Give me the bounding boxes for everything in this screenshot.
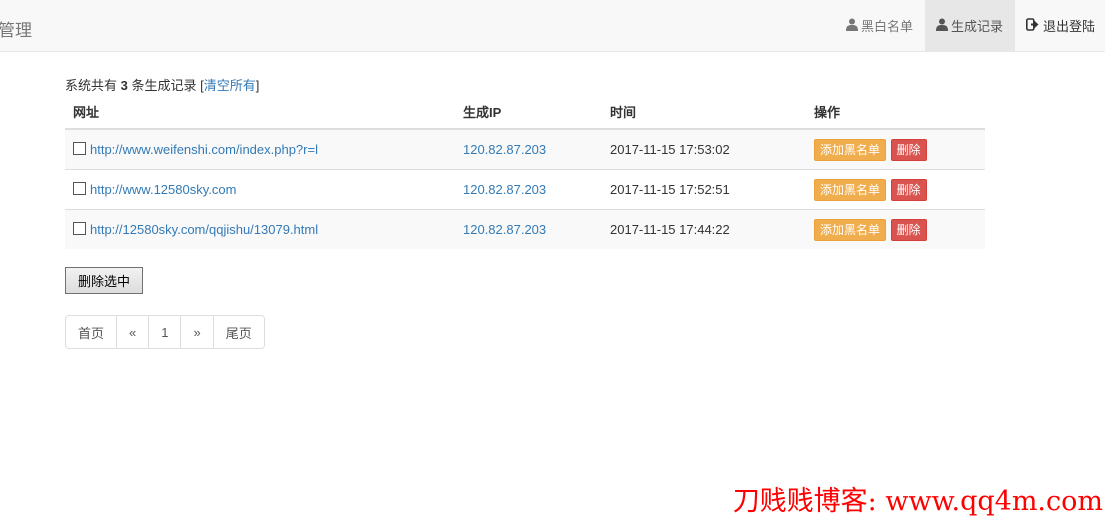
nav-item-logout[interactable]: 退出登陆: [1015, 0, 1105, 51]
ip-cell: 120.82.87.203: [455, 128, 602, 170]
top-navbar: 管理 黑白名单 生成记录 退出登陆: [0, 0, 1105, 52]
summary-suffix: 条生成记录: [131, 78, 197, 93]
column-header-actions: 操作: [806, 95, 985, 130]
table-row: http://www.weifenshi.com/index.php?r=l 1…: [65, 128, 985, 170]
nav-item-label: 退出登陆: [1042, 19, 1095, 34]
url-link[interactable]: http://www.weifenshi.com/index.php?r=l: [90, 142, 318, 157]
ip-link[interactable]: 120.82.87.203: [463, 142, 546, 157]
actions-cell: 添加黑名单 删除: [806, 128, 985, 170]
delete-selected-button[interactable]: 删除选中: [65, 267, 143, 294]
row-checkbox[interactable]: [73, 182, 86, 195]
page-number[interactable]: 1: [148, 316, 181, 348]
bracket-close: ]: [255, 78, 260, 93]
delete-button[interactable]: 删除: [890, 178, 927, 201]
url-cell: http://www.weifenshi.com/index.php?r=l: [65, 128, 455, 170]
pagination: 首页 « 1 » 尾页: [65, 315, 265, 349]
url-link[interactable]: http://www.12580sky.com: [90, 182, 236, 197]
url-cell: http://www.12580sky.com: [65, 169, 455, 210]
column-header-time: 时间: [602, 95, 806, 130]
row-checkbox[interactable]: [73, 222, 86, 235]
table-row: http://12580sky.com/qqjishu/13079.html 1…: [65, 209, 985, 249]
nav-item-label: 黑白名单: [860, 19, 913, 34]
add-blacklist-button[interactable]: 添加黑名单: [814, 178, 887, 201]
logout-icon: [1025, 17, 1040, 34]
add-blacklist-button[interactable]: 添加黑名单: [814, 138, 887, 161]
table-row: http://www.12580sky.com 120.82.87.203 20…: [65, 169, 985, 210]
add-blacklist-button[interactable]: 添加黑名单: [814, 218, 887, 241]
user-icon: [845, 18, 858, 34]
page-first[interactable]: 首页: [66, 316, 117, 348]
table-header-row: 网址 生成IP 时间 操作: [65, 95, 985, 130]
ip-cell: 120.82.87.203: [455, 209, 602, 249]
user-icon: [935, 18, 948, 34]
time-cell: 2017-11-15 17:44:22: [602, 209, 806, 249]
url-link[interactable]: http://12580sky.com/qqjishu/13079.html: [90, 222, 318, 237]
row-checkbox[interactable]: [73, 142, 86, 155]
page-next[interactable]: »: [180, 316, 213, 348]
ip-link[interactable]: 120.82.87.203: [463, 222, 546, 237]
nav-item-records[interactable]: 生成记录: [924, 0, 1015, 51]
page-prev[interactable]: «: [116, 316, 149, 348]
record-count: 3: [120, 78, 128, 93]
nav-item-blacklist[interactable]: 黑白名单: [835, 0, 925, 51]
nav-item-label: 生成记录: [950, 19, 1003, 34]
nav-menu: 黑白名单 生成记录 退出登陆: [835, 0, 1105, 51]
column-header-ip: 生成IP: [455, 95, 602, 130]
column-header-url: 网址: [65, 95, 455, 130]
page-last[interactable]: 尾页: [212, 316, 264, 348]
summary-prefix: 系统共有: [65, 78, 118, 93]
actions-cell: 添加黑名单 删除: [806, 169, 985, 210]
time-cell: 2017-11-15 17:52:51: [602, 169, 806, 210]
delete-button[interactable]: 删除: [890, 218, 927, 241]
actions-cell: 添加黑名单 删除: [806, 209, 985, 249]
records-summary: 系统共有 3 条生成记录 [清空所有]: [65, 75, 259, 94]
ip-cell: 120.82.87.203: [455, 169, 602, 210]
ip-link[interactable]: 120.82.87.203: [463, 182, 546, 197]
delete-button[interactable]: 删除: [890, 138, 927, 161]
brand-title: 管理: [0, 21, 32, 40]
watermark-text: 刀贱贱博客: www.qq4m.com: [732, 486, 1103, 517]
time-cell: 2017-11-15 17:53:02: [602, 128, 806, 170]
records-table: 网址 生成IP 时间 操作 http://www.weifenshi.com/i…: [65, 95, 985, 249]
url-cell: http://12580sky.com/qqjishu/13079.html: [65, 209, 455, 249]
clear-all-link[interactable]: 清空所有: [204, 78, 256, 93]
